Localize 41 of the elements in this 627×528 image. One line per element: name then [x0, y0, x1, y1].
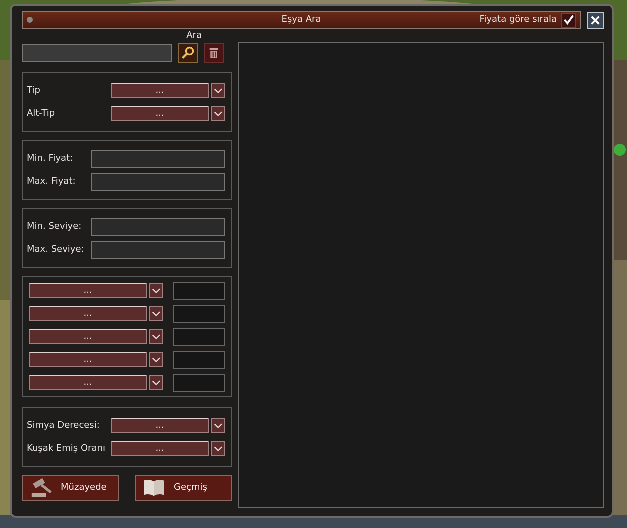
- field-label: Min. Fiyat:: [27, 154, 74, 164]
- input-field[interactable]: [173, 350, 225, 368]
- input-field[interactable]: [173, 304, 225, 322]
- filter-label: Simya Derecesi:: [27, 420, 100, 430]
- dropdown[interactable]: ...: [29, 352, 147, 367]
- input-field[interactable]: [173, 328, 225, 346]
- input-field[interactable]: [91, 240, 225, 258]
- filter-label: Kuşak Emiş Oranı: [27, 444, 106, 454]
- dropdown[interactable]: ...: [29, 375, 147, 390]
- search-button[interactable]: [178, 43, 198, 63]
- input-field[interactable]: [173, 282, 225, 300]
- trash-icon: [209, 46, 219, 60]
- input-field[interactable]: [91, 150, 225, 168]
- field-label: Min. Seviye:: [27, 222, 82, 232]
- input-field[interactable]: [173, 374, 225, 392]
- dropdown[interactable]: ...: [111, 106, 209, 121]
- sort-checkbox[interactable]: [561, 12, 576, 28]
- input-field[interactable]: [91, 218, 225, 236]
- dropdown[interactable]: ...: [111, 441, 209, 456]
- auction-button[interactable]: Müzayede: [22, 475, 119, 501]
- window-title: Eşya Ara: [282, 15, 322, 25]
- gavel-icon: [29, 478, 53, 498]
- dropdown[interactable]: ...: [111, 83, 209, 98]
- input-field[interactable]: [91, 172, 225, 190]
- search-field[interactable]: [22, 44, 172, 62]
- search-icon: [181, 46, 195, 60]
- close-icon: [590, 14, 601, 26]
- book-icon: [142, 478, 166, 498]
- delete-button[interactable]: [204, 43, 224, 63]
- history-button[interactable]: Geçmiş: [135, 475, 232, 501]
- filter-label: Alt-Tip: [27, 108, 56, 118]
- field-label: Max. Seviye:: [27, 244, 84, 254]
- sort-label: Fiyata göre sırala: [480, 15, 557, 25]
- dropdown[interactable]: ...: [29, 329, 147, 344]
- dropdown[interactable]: ...: [29, 283, 147, 298]
- search-label: Ara: [186, 30, 202, 42]
- field-label: Max. Fiyat:: [27, 176, 76, 186]
- dropdown[interactable]: ...: [111, 418, 209, 433]
- filter-label: Tip: [27, 86, 40, 96]
- dropdown[interactable]: ...: [29, 306, 147, 321]
- close-button[interactable]: [587, 12, 604, 28]
